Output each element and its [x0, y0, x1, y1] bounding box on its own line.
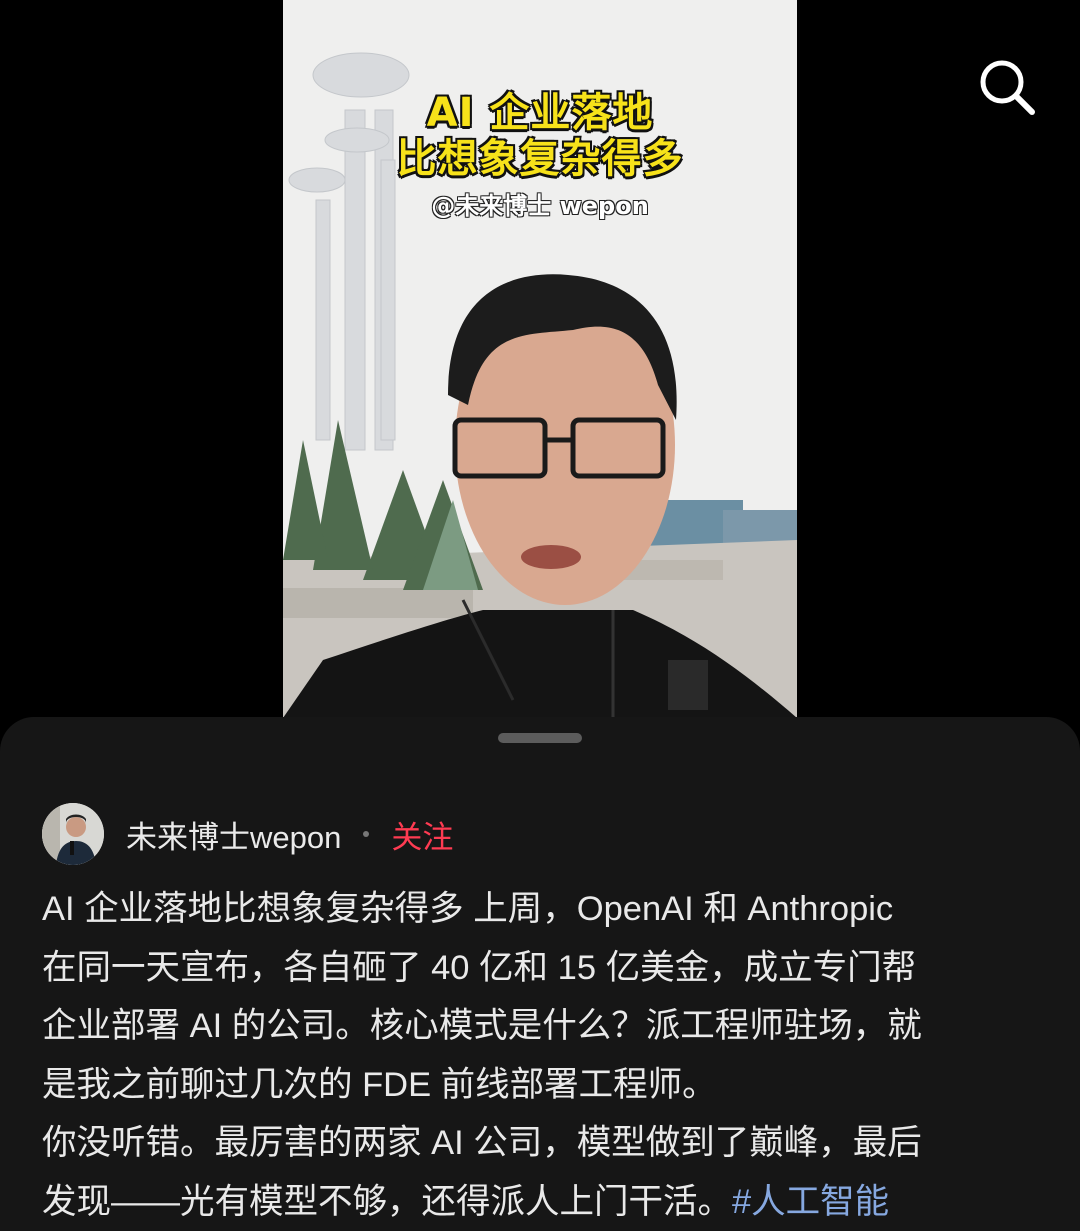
author-name[interactable]: 未来博士wepon — [126, 812, 341, 857]
video-overlay-handle: @未来博士 wepon — [431, 192, 649, 220]
caption-line: 你没听错。最厉害的两家 AI 公司，模型做到了巅峰，最后 — [42, 1124, 922, 1162]
search-icon — [980, 60, 1035, 115]
video-player[interactable]: AI 企业落地 比想象复杂得多 @未来博士 wepon — [283, 0, 797, 718]
hashtag-link[interactable]: #人工智能 — [732, 1183, 889, 1221]
follow-button[interactable]: 关注 — [391, 812, 453, 857]
avatar[interactable] — [42, 803, 104, 865]
video-caption: AI 企业落地比想象复杂得多 上周，OpenAI 和 Anthropic 在同一… — [42, 880, 1042, 1231]
video-screen: AI 企业落地 比想象复杂得多 @未来博士 wepon 未来博士wepon 关注 — [0, 0, 1080, 1231]
search-button[interactable] — [975, 55, 1039, 119]
video-overlay-title-line2: 比想象复杂得多 — [396, 135, 684, 183]
author-row: 未来博士wepon 关注 — [42, 802, 453, 866]
video-overlay-title-line1: AI 企业落地 — [426, 89, 654, 137]
caption-line: 发现——光有模型不够，还得派人上门干活。 — [42, 1182, 732, 1221]
caption-line: 企业部署 AI 的公司。核心模式是什么？派工程师驻场，就 — [42, 1007, 922, 1045]
caption-line: 是我之前聊过几次的 FDE 前线部署工程师。 — [42, 1065, 717, 1104]
sheet-drag-handle[interactable] — [498, 733, 582, 743]
caption-line-last: 发现——光有模型不够，还得派人上门干活。#人工智能 — [42, 1173, 1042, 1231]
avatar-image — [42, 803, 104, 865]
separator-dot — [363, 831, 370, 837]
caption-line: AI 企业落地比想象复杂得多 上周，OpenAI 和 Anthropic — [42, 890, 894, 928]
caption-line: 在同一天宣布，各自砸了 40 亿和 15 亿美金，成立专门帮 — [42, 948, 917, 987]
